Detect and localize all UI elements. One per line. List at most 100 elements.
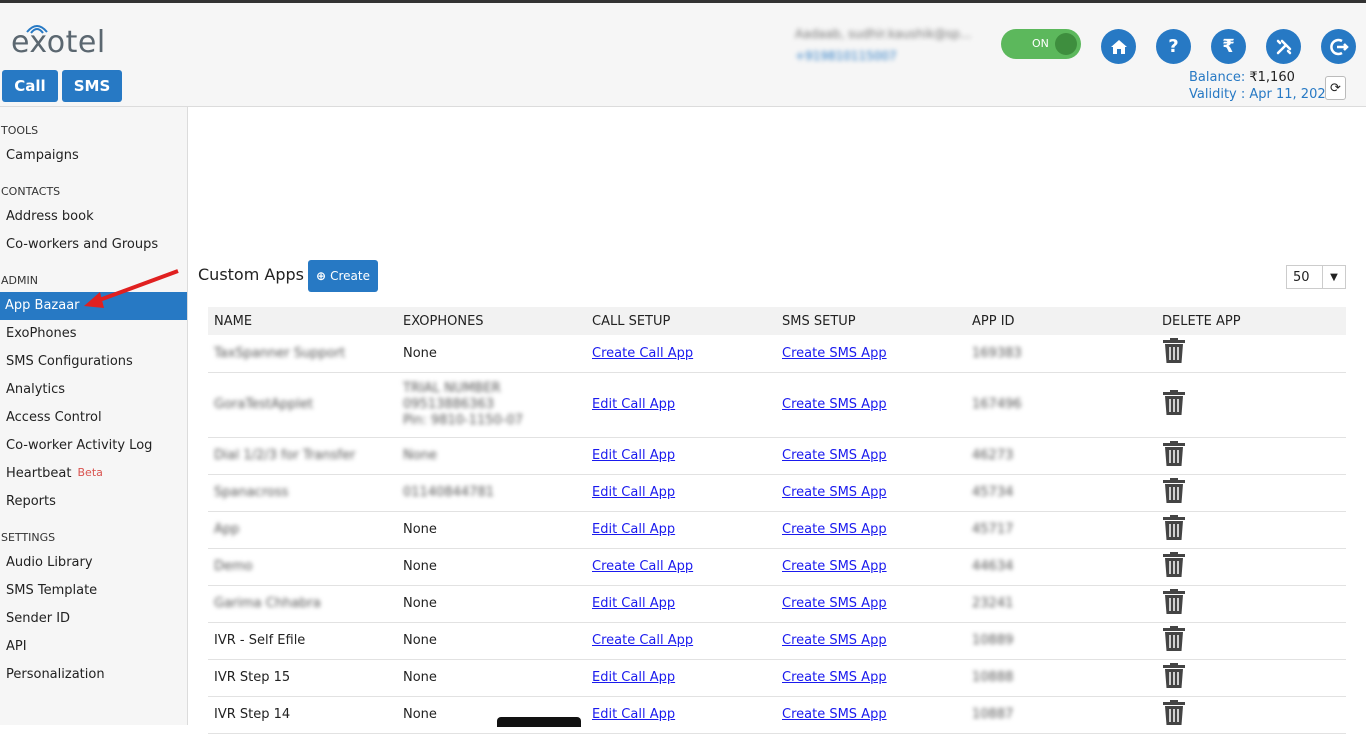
sms-app-link[interactable]: Create SMS App bbox=[782, 485, 887, 500]
call-app-link[interactable]: Edit Call App bbox=[592, 448, 675, 463]
call-app-link[interactable]: Create Call App bbox=[592, 559, 693, 574]
call-app-link[interactable]: Edit Call App bbox=[592, 707, 675, 722]
app-id: 44634 bbox=[972, 559, 1014, 574]
call-setup-cell: Create Call App bbox=[586, 548, 776, 586]
sidebar-item-exophones[interactable]: ExoPhones bbox=[6, 326, 77, 341]
exophones-cell: None bbox=[397, 585, 586, 623]
user-info: Aadaab, sudhir.kaushik@sp... +9198101150… bbox=[795, 23, 975, 67]
sms-setup-cell: Create SMS App bbox=[776, 696, 966, 734]
sidebar-item-sender-id[interactable]: Sender ID bbox=[6, 611, 70, 626]
sms-button[interactable]: SMS bbox=[62, 70, 122, 102]
header: exotel Call SMS Aadaab, sudhir.kaushik@s… bbox=[0, 3, 1366, 107]
exophones-value: None bbox=[403, 559, 437, 574]
exophone-pin: Pin: 9810-1150-07 bbox=[403, 412, 524, 428]
app-name: App bbox=[214, 522, 240, 537]
exophones-value: None bbox=[403, 633, 437, 648]
trash-icon[interactable] bbox=[1162, 551, 1186, 578]
table-row: GoraTestApplet TRIAL NUMBER 09513886363 Pin… bbox=[208, 372, 1346, 438]
call-app-link[interactable]: Create Call App bbox=[592, 346, 693, 361]
availability-toggle[interactable]: ON bbox=[1001, 29, 1081, 59]
trash-icon[interactable] bbox=[1162, 440, 1186, 467]
toggle-label: ON bbox=[1032, 37, 1049, 50]
sidebar-item-reports[interactable]: Reports bbox=[6, 494, 56, 509]
delete-app-cell bbox=[1156, 696, 1346, 734]
sidebar: TOOLS Campaigns CONTACTS Address book Co… bbox=[0, 107, 188, 725]
rupee-icon[interactable]: ₹ bbox=[1211, 29, 1246, 64]
sidebar-item-address-book[interactable]: Address book bbox=[6, 209, 94, 224]
trash-icon[interactable] bbox=[1162, 662, 1186, 689]
col-exophones[interactable]: EXOPHONES bbox=[397, 307, 586, 335]
delete-app-cell bbox=[1156, 585, 1346, 623]
sidebar-item-analytics[interactable]: Analytics bbox=[6, 382, 65, 397]
sidebar-item-audio-library[interactable]: Audio Library bbox=[6, 555, 93, 570]
delete-app-cell bbox=[1156, 659, 1346, 697]
trash-icon[interactable] bbox=[1162, 625, 1186, 652]
tools-icon[interactable] bbox=[1266, 29, 1301, 64]
sidebar-item-coworkers[interactable]: Co-workers and Groups bbox=[6, 237, 158, 252]
col-app-id[interactable]: APP ID bbox=[966, 307, 1156, 335]
sms-app-link[interactable]: Create SMS App bbox=[782, 559, 887, 574]
call-app-link[interactable]: Edit Call App bbox=[592, 522, 675, 537]
call-app-link[interactable]: Edit Call App bbox=[592, 670, 675, 685]
sms-app-link[interactable]: Create SMS App bbox=[782, 670, 887, 685]
call-setup-cell: Edit Call App bbox=[586, 696, 776, 734]
trash-icon[interactable] bbox=[1162, 389, 1186, 416]
app-id-cell: 45717 bbox=[966, 511, 1156, 549]
app-id-cell: 10889 bbox=[966, 622, 1156, 660]
trash-icon[interactable] bbox=[1162, 588, 1186, 615]
sidebar-item-api[interactable]: API bbox=[6, 639, 27, 654]
trash-icon[interactable] bbox=[1162, 338, 1186, 364]
help-icon[interactable]: ? bbox=[1156, 29, 1191, 64]
sidebar-item-activity-log[interactable]: Co-worker Activity Log bbox=[6, 438, 152, 453]
sms-app-link[interactable]: Create SMS App bbox=[782, 346, 887, 361]
sidebar-item-sms-config[interactable]: SMS Configurations bbox=[6, 354, 133, 369]
delete-app-cell bbox=[1156, 622, 1346, 660]
app-id-cell: 10887 bbox=[966, 696, 1156, 734]
exophones-cell: None bbox=[397, 696, 586, 734]
exophones-cell: None bbox=[397, 659, 586, 697]
col-sms-setup[interactable]: SMS SETUP bbox=[776, 307, 966, 335]
bottom-overlay-tab bbox=[497, 717, 581, 727]
sidebar-item-personalization[interactable]: Personalization bbox=[6, 667, 105, 682]
app-name-cell: Spanacross bbox=[208, 474, 397, 512]
col-call-setup[interactable]: CALL SETUP bbox=[586, 307, 776, 335]
refresh-balance-icon[interactable]: ⟳ bbox=[1325, 76, 1346, 100]
app-id: 10888 bbox=[972, 670, 1014, 685]
app-id-cell: 10888 bbox=[966, 659, 1156, 697]
trash-icon[interactable] bbox=[1162, 477, 1186, 504]
trash-icon[interactable] bbox=[1162, 699, 1186, 726]
sms-app-link[interactable]: Create SMS App bbox=[782, 707, 887, 722]
sidebar-item-access-control[interactable]: Access Control bbox=[6, 410, 102, 425]
delete-app-cell bbox=[1156, 474, 1346, 512]
exophones-cell: None bbox=[397, 548, 586, 586]
logo[interactable]: exotel bbox=[11, 25, 106, 60]
exophones-value: None bbox=[403, 522, 437, 537]
exophones-cell: None bbox=[397, 437, 586, 475]
app-name: IVR Step 14 bbox=[214, 707, 291, 722]
sidebar-item-heartbeat[interactable]: Heartbeat Beta bbox=[6, 466, 103, 481]
sms-app-link[interactable]: Create SMS App bbox=[782, 448, 887, 463]
red-arrow-annotation bbox=[84, 269, 179, 308]
sidebar-item-sms-template[interactable]: SMS Template bbox=[6, 583, 97, 598]
sidebar-item-campaigns[interactable]: Campaigns bbox=[6, 148, 79, 163]
app-name-cell: IVR Step 15 bbox=[208, 659, 397, 697]
call-app-link[interactable]: Edit Call App bbox=[592, 596, 675, 611]
page-size-select[interactable]: 50 ▼ bbox=[1286, 265, 1346, 289]
sms-app-link[interactable]: Create SMS App bbox=[782, 397, 887, 412]
call-button[interactable]: Call bbox=[2, 70, 58, 102]
sms-app-link[interactable]: Create SMS App bbox=[782, 633, 887, 648]
call-app-link[interactable]: Edit Call App bbox=[592, 397, 675, 412]
home-icon[interactable] bbox=[1101, 29, 1136, 64]
col-name[interactable]: NAME bbox=[208, 307, 397, 335]
sidebar-heading-admin: ADMIN bbox=[1, 274, 38, 287]
logout-icon[interactable] bbox=[1321, 29, 1356, 64]
call-app-link[interactable]: Create Call App bbox=[592, 633, 693, 648]
sidebar-heading-settings: SETTINGS bbox=[1, 531, 56, 544]
trash-icon[interactable] bbox=[1162, 514, 1186, 541]
create-app-button[interactable]: ⊕ Create bbox=[308, 260, 378, 292]
table-header-row: NAME EXOPHONES CALL SETUP SMS SETUP APP … bbox=[208, 307, 1346, 335]
sms-app-link[interactable]: Create SMS App bbox=[782, 596, 887, 611]
balance-value: ₹1,160 bbox=[1249, 70, 1295, 85]
call-app-link[interactable]: Edit Call App bbox=[592, 485, 675, 500]
sms-app-link[interactable]: Create SMS App bbox=[782, 522, 887, 537]
